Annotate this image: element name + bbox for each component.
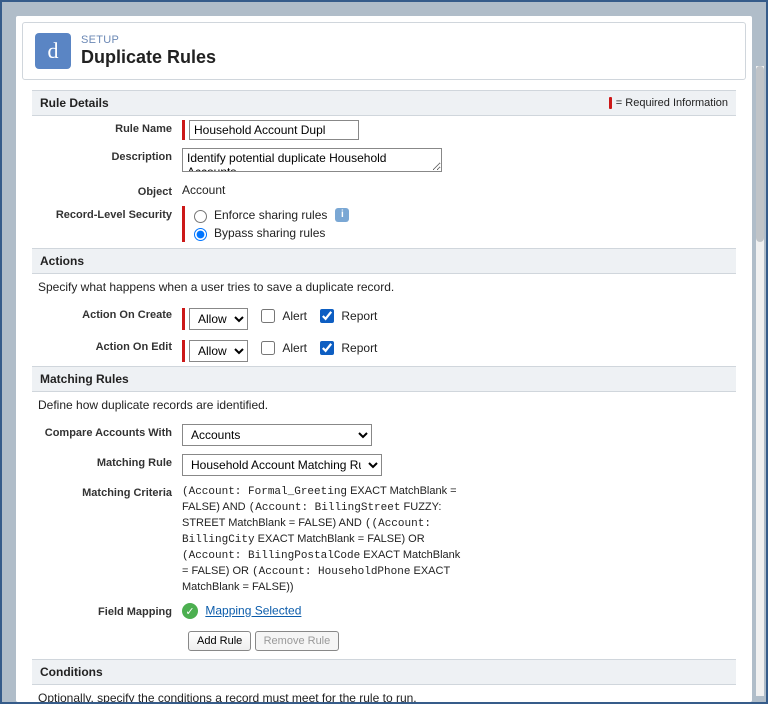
duplicate-rules-icon: d xyxy=(35,33,71,69)
action-on-create-label: Action On Create xyxy=(32,306,182,321)
object-value: Account xyxy=(182,183,736,197)
required-bar-icon xyxy=(609,97,612,109)
rls-bypass-label: Bypass sharing rules xyxy=(214,224,325,242)
on-edit-alert-checkbox[interactable] xyxy=(261,341,275,355)
page-header: d SETUP Duplicate Rules xyxy=(22,22,746,80)
section-title: Matching Rules xyxy=(40,372,129,386)
rule-name-label: Rule Name xyxy=(32,120,182,135)
matching-criteria-text: (Account: Formal_Greeting EXACT MatchBla… xyxy=(182,484,462,595)
report-label: Report xyxy=(341,309,377,323)
section-conditions: Conditions xyxy=(32,659,736,685)
action-on-edit-label: Action On Edit xyxy=(32,338,182,353)
content-scroll[interactable]: Rule Details = Required Information Rule… xyxy=(16,90,752,702)
actions-help: Specify what happens when a user tries t… xyxy=(32,274,736,302)
on-edit-report-checkbox[interactable] xyxy=(320,341,334,355)
description-textarea[interactable]: Identify potential duplicate Household A… xyxy=(182,148,442,172)
object-label: Object xyxy=(32,183,182,198)
page-title: Duplicate Rules xyxy=(81,48,216,68)
remove-rule-button[interactable]: Remove Rule xyxy=(255,631,340,651)
alert-label: Alert xyxy=(282,341,307,355)
section-rule-details: Rule Details = Required Information xyxy=(32,90,736,116)
section-title: Rule Details xyxy=(40,96,109,110)
matching-criteria-label: Matching Criteria xyxy=(32,484,182,499)
section-matching-rules: Matching Rules xyxy=(32,366,736,392)
info-icon[interactable]: i xyxy=(335,208,349,222)
matching-rule-label: Matching Rule xyxy=(32,454,182,469)
field-mapping-label: Field Mapping xyxy=(32,603,182,618)
conditions-help: Optionally, specify the conditions a rec… xyxy=(32,685,736,702)
compare-with-select[interactable]: Accounts xyxy=(182,424,372,446)
section-title: Actions xyxy=(40,254,84,268)
check-icon: ✓ xyxy=(182,603,198,619)
required-info-note: = Required Information xyxy=(609,97,728,109)
rule-name-input[interactable] xyxy=(189,120,359,140)
rls-enforce-label: Enforce sharing rules xyxy=(214,206,327,224)
section-title: Conditions xyxy=(40,665,103,679)
action-on-create-select[interactable]: Allow xyxy=(189,308,248,330)
matching-help: Define how duplicate records are identif… xyxy=(32,392,736,420)
on-create-report-checkbox[interactable] xyxy=(320,309,334,323)
section-actions: Actions xyxy=(32,248,736,274)
add-rule-button[interactable]: Add Rule xyxy=(188,631,251,651)
rls-enforce-radio[interactable] xyxy=(194,210,207,223)
compare-with-label: Compare Accounts With xyxy=(32,424,182,439)
setup-breadcrumb: SETUP xyxy=(81,34,216,46)
report-label: Report xyxy=(341,341,377,355)
alert-label: Alert xyxy=(282,309,307,323)
rls-label: Record-Level Security xyxy=(32,206,182,221)
description-label: Description xyxy=(32,148,182,163)
action-on-edit-select[interactable]: Allow xyxy=(189,340,248,362)
matching-rule-select[interactable]: Household Account Matching Rule xyxy=(182,454,382,476)
on-create-alert-checkbox[interactable] xyxy=(261,309,275,323)
rls-bypass-radio[interactable] xyxy=(194,228,207,241)
mapping-selected-link[interactable]: Mapping Selected xyxy=(205,604,301,618)
